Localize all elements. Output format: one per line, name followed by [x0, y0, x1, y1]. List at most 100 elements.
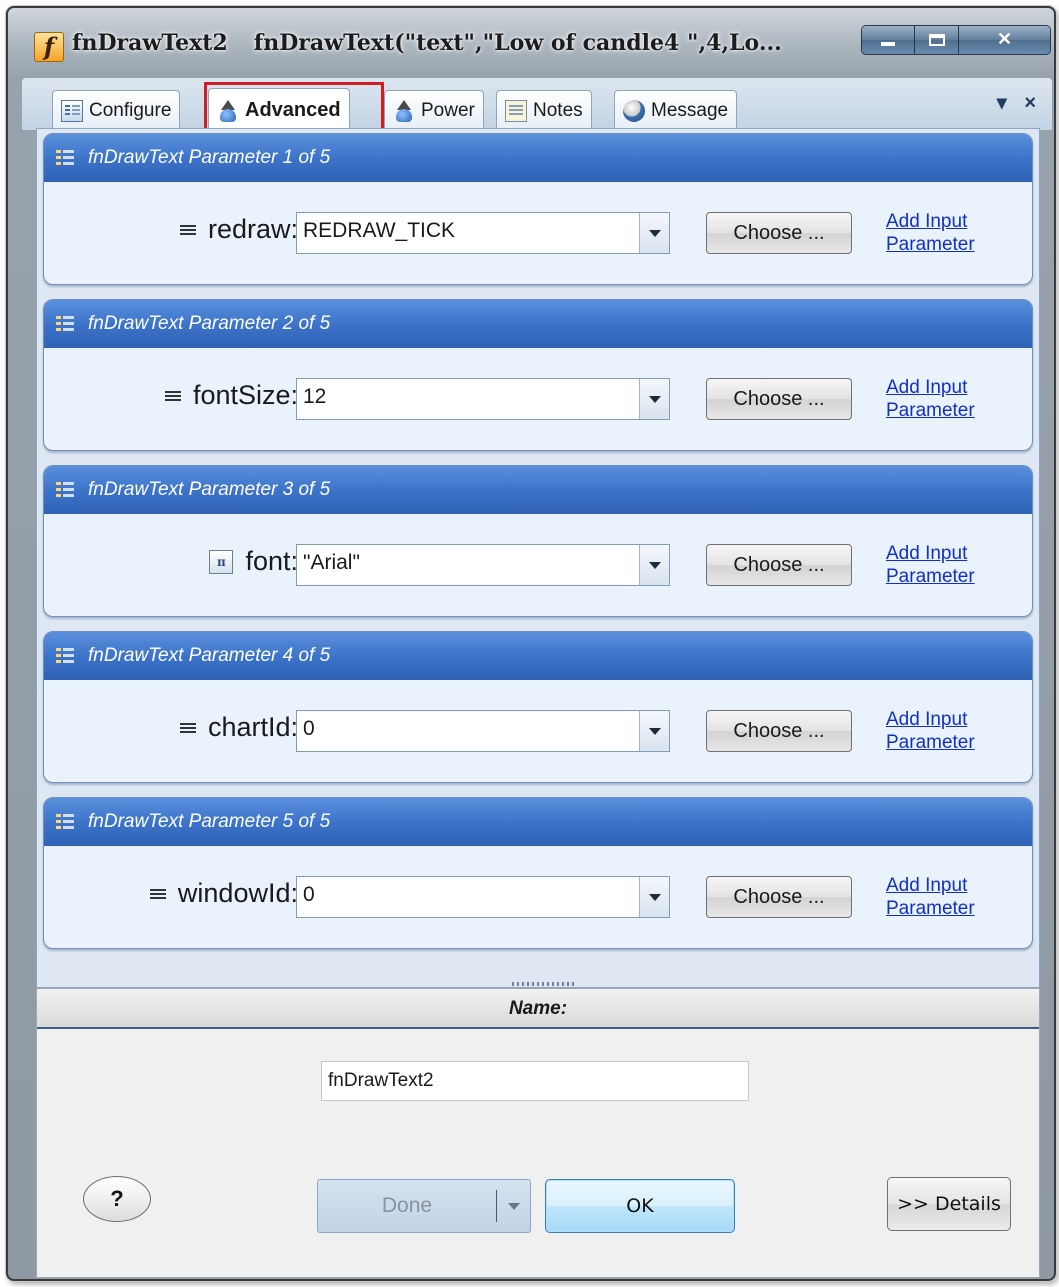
parameter-header[interactable]: fnDrawText Parameter 3 of 5	[44, 466, 1032, 514]
link-line-1[interactable]: Add Input	[886, 210, 996, 233]
tab-label: Notes	[533, 99, 583, 121]
link-line-1[interactable]: Add Input	[886, 376, 996, 399]
link-line-1[interactable]: Add Input	[886, 708, 996, 731]
tab-label: Advanced	[245, 99, 341, 121]
title-bar[interactable]: f fnDrawText2 fnDrawText("text","Low of c…	[8, 8, 1054, 78]
parameter-header-title: fnDrawText Parameter 2 of 5	[88, 313, 331, 334]
parameter-header[interactable]: fnDrawText Parameter 2 of 5	[44, 300, 1032, 348]
done-button-label[interactable]: Done	[318, 1180, 496, 1232]
parameter-header[interactable]: fnDrawText Parameter 4 of 5	[44, 632, 1032, 680]
parameter-value[interactable]: 0	[303, 717, 315, 741]
choose-button[interactable]: Choose ...	[706, 544, 852, 586]
link-line-2[interactable]: Parameter	[886, 565, 996, 588]
parameter-value-combo[interactable]: "Arial"	[296, 544, 670, 586]
choose-button[interactable]: Choose ...	[706, 378, 852, 420]
parameter-value-combo[interactable]: 0	[296, 876, 670, 918]
minimize-button[interactable]	[861, 25, 915, 55]
parameter-value[interactable]: 12	[303, 385, 326, 409]
parameter-header[interactable]: fnDrawText Parameter 1 of 5	[44, 134, 1032, 182]
add-input-parameter-link[interactable]: Add Input Parameter	[886, 376, 996, 422]
equals-icon	[164, 390, 181, 402]
link-line-1[interactable]: Add Input	[886, 874, 996, 897]
tab-configure[interactable]: Configure	[52, 90, 181, 130]
window-title: fnDrawText2 fnDrawText("text","Low of can…	[72, 30, 782, 56]
parameter-value-combo[interactable]: 12	[296, 378, 670, 420]
choose-button[interactable]: Choose ...	[706, 212, 852, 254]
panel-splitter[interactable]	[36, 978, 1040, 988]
list-icon	[56, 812, 74, 832]
parameter-body: π font: "Arial" Choose ... Add Input Paramete…	[44, 514, 1032, 616]
maximize-icon	[928, 34, 945, 46]
notes-icon	[505, 99, 527, 122]
chevron-down-icon[interactable]	[639, 379, 669, 419]
function-icon: f	[34, 32, 64, 62]
parameter-group-4: fnDrawText Parameter 4 of 5 chartId: 0 Choo…	[43, 631, 1033, 783]
parameters-panel[interactable]: fnDrawText Parameter 1 of 5 redraw: REDRAW…	[36, 128, 1040, 988]
close-button[interactable]: ✕	[959, 25, 1051, 55]
parameter-group-2: fnDrawText Parameter 2 of 5 fontSize: 12 Ch…	[43, 299, 1033, 451]
window-title-name: fnDrawText2	[72, 30, 228, 56]
parameter-body: redraw: REDRAW_TICK Choose ... Add Input Par…	[44, 182, 1032, 284]
message-icon	[623, 99, 645, 122]
choose-button[interactable]: Choose ...	[706, 876, 852, 918]
chevron-down-icon[interactable]	[639, 213, 669, 253]
parameter-group-5: fnDrawText Parameter 5 of 5 windowId: 0 Cho…	[43, 797, 1033, 949]
add-input-parameter-link[interactable]: Add Input Parameter	[886, 874, 996, 920]
add-input-parameter-link[interactable]: Add Input Parameter	[886, 708, 996, 754]
link-line-2[interactable]: Parameter	[886, 897, 996, 920]
wizard-icon	[217, 99, 239, 122]
chevron-down-icon[interactable]	[639, 545, 669, 585]
link-line-1[interactable]: Add Input	[886, 542, 996, 565]
name-header: Name:	[37, 989, 1039, 1029]
tab-label: Message	[651, 99, 729, 121]
link-line-2[interactable]: Parameter	[886, 399, 996, 422]
chevron-down-icon[interactable]	[639, 711, 669, 751]
parameter-header-title: fnDrawText Parameter 4 of 5	[88, 645, 331, 666]
name-input[interactable]	[321, 1061, 749, 1101]
close-icon: ✕	[996, 29, 1013, 49]
parameter-value-combo[interactable]: REDRAW_TICK	[296, 212, 670, 254]
help-button[interactable]: ?	[83, 1176, 151, 1222]
maximize-button[interactable]	[915, 25, 959, 55]
parameter-value[interactable]: REDRAW_TICK	[303, 219, 455, 243]
parameter-group-1: fnDrawText Parameter 1 of 5 redraw: REDRAW…	[43, 133, 1033, 285]
tab-notes[interactable]: Notes	[496, 90, 592, 130]
parameter-body: windowId: 0 Choose ... Add Input Parameter	[44, 846, 1032, 948]
bottom-panel: Name: ? Done OK >> Details	[36, 988, 1040, 1278]
parameter-value-combo[interactable]: 0	[296, 710, 670, 752]
parameter-header-title: fnDrawText Parameter 3 of 5	[88, 479, 331, 500]
configure-icon	[61, 99, 83, 122]
chevron-down-icon[interactable]	[508, 1203, 520, 1210]
tab-power[interactable]: Power	[384, 90, 484, 130]
link-line-2[interactable]: Parameter	[886, 233, 996, 256]
tab-strip: Configure Advanced Power Notes Message ▾…	[22, 78, 1052, 132]
link-line-2[interactable]: Parameter	[886, 731, 996, 754]
add-input-parameter-link[interactable]: Add Input Parameter	[886, 542, 996, 588]
parameter-header[interactable]: fnDrawText Parameter 5 of 5	[44, 798, 1032, 846]
parameter-label: redraw:	[179, 214, 298, 245]
minimize-icon	[881, 42, 895, 46]
parameter-body: chartId: 0 Choose ... Add Input Parameter	[44, 680, 1032, 782]
parameter-value[interactable]: "Arial"	[303, 551, 360, 575]
parameter-label: chartId:	[179, 712, 298, 743]
choose-button[interactable]: Choose ...	[706, 710, 852, 752]
parameter-value[interactable]: 0	[303, 883, 315, 907]
tab-menu-dropdown-close-icon[interactable]: ▾ ×	[997, 90, 1042, 115]
parameter-label: windowId:	[149, 878, 298, 909]
ok-button[interactable]: OK	[545, 1179, 735, 1233]
chevron-down-icon[interactable]	[639, 877, 669, 917]
parameter-label: π font:	[209, 546, 298, 577]
done-split-button[interactable]: Done	[317, 1179, 531, 1233]
add-input-parameter-link[interactable]: Add Input Parameter	[886, 210, 996, 256]
parameter-label-text: fontSize:	[192, 380, 298, 410]
parameter-label-text: chartId:	[207, 712, 298, 742]
tab-label: Configure	[89, 99, 172, 121]
tab-advanced[interactable]: Advanced	[208, 88, 350, 132]
tab-message[interactable]: Message	[614, 90, 738, 130]
parameter-body: fontSize: 12 Choose ... Add Input Parameter	[44, 348, 1032, 450]
list-icon	[56, 314, 74, 334]
dialog-window: f fnDrawText2 fnDrawText("text","Low of c…	[6, 6, 1056, 1281]
splitter-grip-icon[interactable]	[512, 982, 576, 986]
details-button[interactable]: >> Details	[887, 1177, 1011, 1231]
done-split-divider	[496, 1190, 497, 1222]
